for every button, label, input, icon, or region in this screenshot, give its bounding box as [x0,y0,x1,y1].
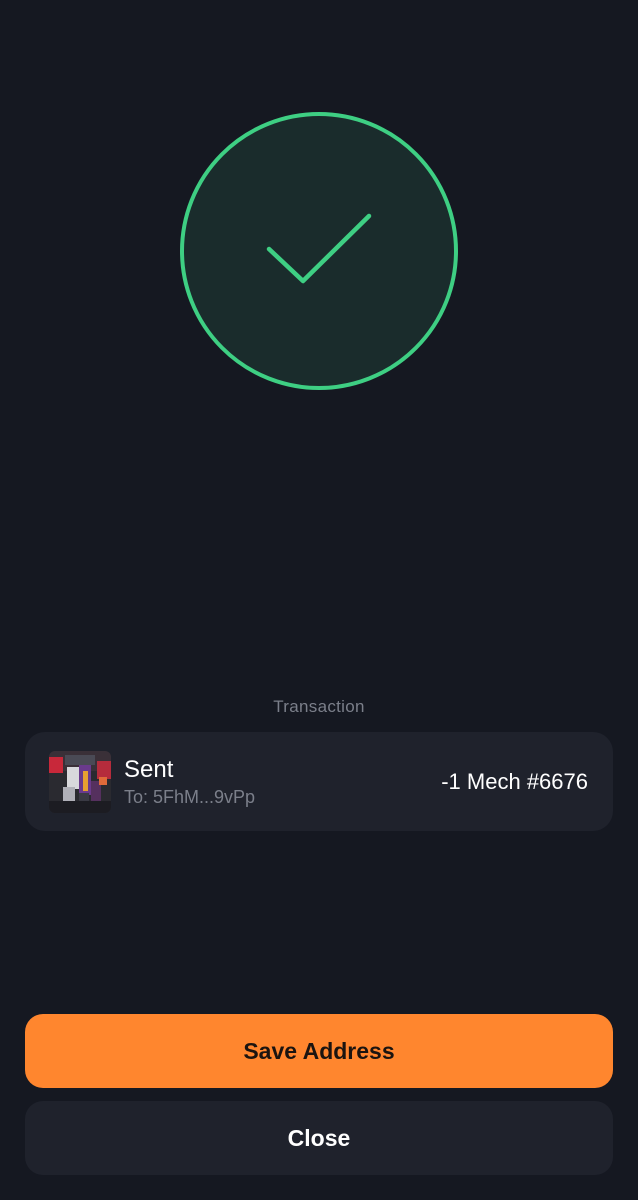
close-button[interactable]: Close [25,1101,613,1175]
save-address-button[interactable]: Save Address [25,1014,613,1088]
mech-nft-thumbnail [49,751,111,813]
transaction-title: Sent [124,756,174,783]
transaction-recipient: To: 5FhM...9vPp [124,787,256,807]
transaction-section-label: Transaction [273,697,365,716]
transaction-card: Sent To: 5FhM...9vPp -1 Mech #6676 [25,732,613,831]
nft-image [49,751,111,813]
transaction-success-screen: Transaction Sent To: 5FhM...9vPp -1 Mech… [0,0,638,1200]
success-circle-ring [180,112,458,390]
transaction-amount: -1 Mech #6676 [441,769,588,794]
success-checkmark-icon [180,112,458,390]
